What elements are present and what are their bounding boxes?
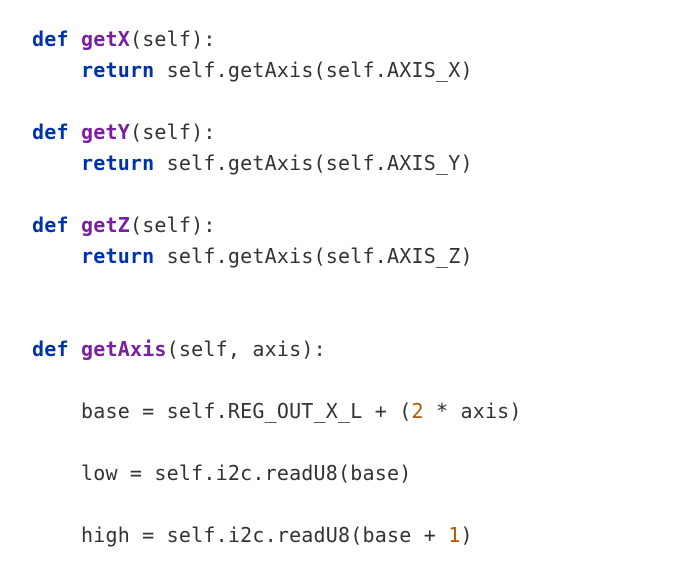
line-base: base = self.REG_OUT_X_L + (2 * axis)	[81, 399, 522, 423]
body-getY: self.getAxis(self.AXIS_Y)	[154, 151, 472, 175]
line-high: high = self.i2c.readU8(base + 1)	[81, 523, 473, 547]
keyword-def: def	[32, 27, 69, 51]
body-getZ: self.getAxis(self.AXIS_Z)	[154, 244, 472, 268]
params-getX: (self):	[130, 27, 216, 51]
literal-2: 2	[411, 399, 423, 423]
fn-name-getZ: getZ	[81, 213, 130, 237]
code-block: def getX(self): return self.getAxis(self…	[0, 0, 675, 575]
fn-name-getAxis: getAxis	[81, 337, 167, 361]
params-getY: (self):	[130, 120, 216, 144]
keyword-return: return	[81, 58, 154, 82]
high-lhs: high = self.i2c.readU8(base +	[81, 523, 448, 547]
fn-getAxis-def: def getAxis(self, axis):	[32, 337, 326, 361]
keyword-return: return	[81, 244, 154, 268]
literal-1: 1	[448, 523, 460, 547]
fn-name-getY: getY	[81, 120, 130, 144]
keyword-def: def	[32, 213, 69, 237]
high-rhs: )	[460, 523, 472, 547]
params-getAxis: (self, axis):	[167, 337, 326, 361]
line-low: low = self.i2c.readU8(base)	[81, 461, 412, 485]
body-getX: self.getAxis(self.AXIS_X)	[154, 58, 472, 82]
base-lhs: base = self.REG_OUT_X_L + (	[81, 399, 412, 423]
fn-getY-def: def getY(self):	[32, 120, 216, 144]
base-rhs: * axis)	[424, 399, 522, 423]
keyword-return: return	[81, 151, 154, 175]
params-getZ: (self):	[130, 213, 216, 237]
keyword-def: def	[32, 120, 69, 144]
keyword-def: def	[32, 337, 69, 361]
fn-getZ-def: def getZ(self):	[32, 213, 216, 237]
fn-getX-def: def getX(self):	[32, 27, 216, 51]
fn-name-getX: getX	[81, 27, 130, 51]
